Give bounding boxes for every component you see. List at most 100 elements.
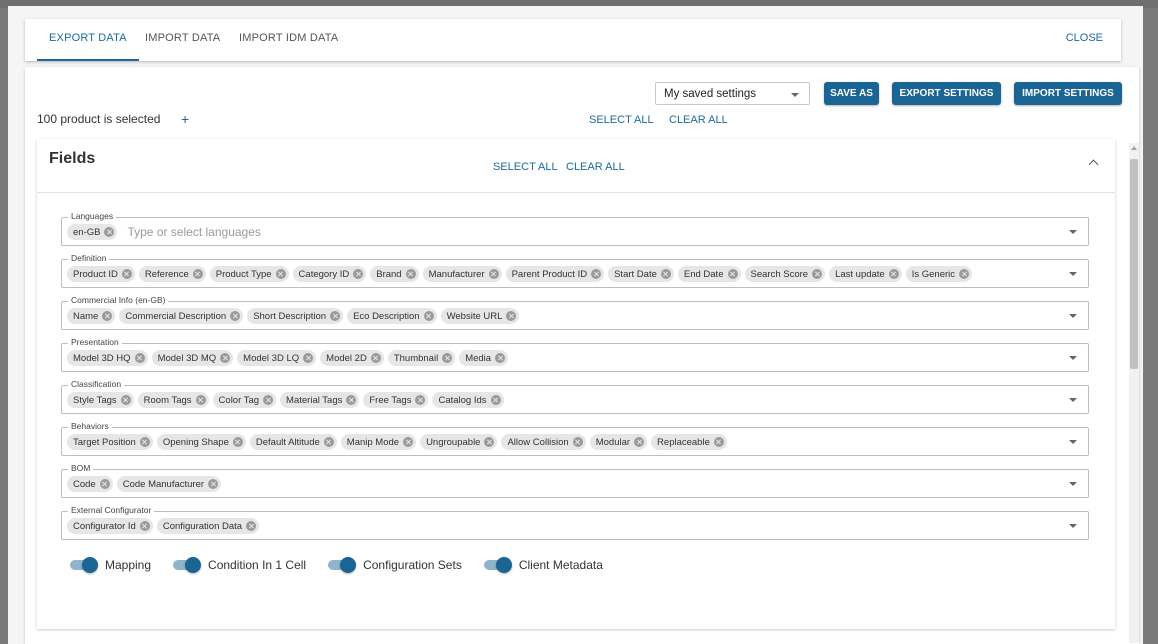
remove-chip-icon[interactable] [232,437,243,447]
chevron-down-icon[interactable] [1069,272,1077,276]
field-chip[interactable]: Material Tags [280,392,360,408]
toggle-switch[interactable] [483,557,512,573]
clear-all-fields-link[interactable]: CLEAR ALL [566,161,625,173]
chevron-down-icon[interactable] [1069,440,1077,444]
field-chip[interactable]: Opening Shape [156,434,246,450]
field-chip[interactable]: Commercial Description [119,308,244,324]
add-icon[interactable]: + [181,111,189,127]
toggle-condition-in-1-cell[interactable]: Condition In 1 Cell [173,557,306,573]
remove-chip-icon[interactable] [713,437,724,447]
field-chip[interactable]: Brand [370,266,419,282]
chevron-down-icon[interactable] [1069,230,1077,234]
toggle-switch[interactable] [328,557,357,573]
field-group-external-configurator[interactable]: External Configurator Configurator Id Conf… [61,505,1089,540]
select-all-fields-link[interactable]: SELECT ALL [493,161,558,173]
field-chip[interactable]: Parent Product ID [505,266,605,282]
field-chip[interactable]: Eco Description [347,308,437,324]
field-chip[interactable]: Product ID [67,266,135,282]
field-group-definition[interactable]: Definition Product ID Reference Product Typ… [61,253,1089,288]
remove-chip-icon[interactable] [139,437,150,447]
field-group-languages[interactable]: Languages en-GB Type or select languages [61,211,1089,246]
toggle-configuration-sets[interactable]: Configuration Sets [328,557,462,573]
chevron-up-icon[interactable] [1088,159,1099,170]
export-settings-button[interactable]: EXPORT SETTINGS [892,82,1001,105]
chevron-down-icon[interactable] [1069,524,1077,528]
remove-chip-icon[interactable] [405,269,416,279]
remove-chip-icon[interactable] [121,269,132,279]
remove-chip-icon[interactable] [423,311,434,321]
remove-chip-icon[interactable] [488,269,499,279]
field-chip[interactable]: Configuration Data [156,518,260,534]
field-chip[interactable]: Manip Mode [340,434,417,450]
remove-chip-icon[interactable] [660,269,671,279]
remove-chip-icon[interactable] [230,311,241,321]
field-chip[interactable]: End Date [677,266,741,282]
field-group-presentation[interactable]: Presentation Model 3D HQ Model 3D MQ Model … [61,337,1089,372]
field-chip[interactable]: Manufacturer [422,266,502,282]
field-chip[interactable]: Color Tag [212,392,277,408]
field-chip[interactable]: Search Score [744,266,826,282]
clear-all-products-link[interactable]: CLEAR ALL [669,114,728,126]
remove-chip-icon[interactable] [727,269,738,279]
remove-chip-icon[interactable] [323,437,334,447]
remove-chip-icon[interactable] [634,437,645,447]
field-chip[interactable]: Allow Collision [501,434,586,450]
field-chip[interactable]: Name [67,308,116,324]
scrollbar-thumb[interactable] [1130,159,1138,369]
remove-chip-icon[interactable] [99,479,110,489]
remove-chip-icon[interactable] [134,353,145,363]
field-chip[interactable]: Configurator Id [67,518,153,534]
remove-chip-icon[interactable] [330,311,341,321]
remove-chip-icon[interactable] [812,269,823,279]
field-chip[interactable]: Product Type [209,266,289,282]
toggle-client-metadata[interactable]: Client Metadata [483,557,603,573]
field-chip[interactable]: Model 2D [320,350,384,366]
field-group-commercial-info-en-gb[interactable]: Commercial Info (en-GB) Name Commercial De… [61,295,1089,330]
languages-input[interactable]: Type or select languages [127,224,260,240]
remove-chip-icon[interactable] [208,479,219,489]
field-chip[interactable]: Room Tags [137,392,209,408]
remove-chip-icon[interactable] [495,353,506,363]
field-group-bom[interactable]: BOM Code Code Manufacturer [61,463,1089,498]
import-settings-button[interactable]: IMPORT SETTINGS [1014,82,1122,105]
remove-chip-icon[interactable] [263,395,274,405]
tab-import-idm-data[interactable]: IMPORT IDM DATA [239,19,338,61]
remove-chip-icon[interactable] [246,521,257,531]
saved-settings-select[interactable]: My saved settings [655,82,810,105]
field-chip[interactable]: en-GB [67,224,118,240]
field-chip[interactable]: Website URL [440,308,520,324]
remove-chip-icon[interactable] [220,353,231,363]
field-chip[interactable]: Code [67,476,113,492]
toggle-switch[interactable] [70,557,98,573]
field-chip[interactable]: Replaceable [651,434,727,450]
field-chip[interactable]: Ungroupable [420,434,498,450]
remove-chip-icon[interactable] [490,395,501,405]
field-chip[interactable]: Category ID [292,266,367,282]
chevron-down-icon[interactable] [1069,314,1077,318]
remove-chip-icon[interactable] [102,311,113,321]
remove-chip-icon[interactable] [403,437,414,447]
field-chip[interactable]: Last update [829,266,902,282]
remove-chip-icon[interactable] [888,269,899,279]
remove-chip-icon[interactable] [959,269,970,279]
chevron-down-icon[interactable] [1069,482,1077,486]
remove-chip-icon[interactable] [484,437,495,447]
field-chip[interactable]: Media [459,350,509,366]
remove-chip-icon[interactable] [104,227,115,237]
remove-chip-icon[interactable] [346,395,357,405]
field-chip[interactable]: Catalog Ids [432,392,504,408]
field-chip[interactable]: Is Generic [905,266,973,282]
remove-chip-icon[interactable] [139,521,150,531]
field-chip[interactable]: Reference [138,266,206,282]
remove-chip-icon[interactable] [120,395,131,405]
remove-chip-icon[interactable] [195,395,206,405]
close-button[interactable]: CLOSE [1066,19,1103,61]
field-group-behaviors[interactable]: Behaviors Target Position Opening Shape Def… [61,421,1089,456]
field-chip[interactable]: Model 3D LQ [237,350,317,366]
remove-chip-icon[interactable] [506,311,517,321]
save-as-button[interactable]: SAVE AS [824,82,879,105]
remove-chip-icon[interactable] [591,269,602,279]
toggle-switch[interactable] [173,557,202,573]
field-chip[interactable]: Short Description [247,308,344,324]
field-chip[interactable]: Code Manufacturer [116,476,222,492]
